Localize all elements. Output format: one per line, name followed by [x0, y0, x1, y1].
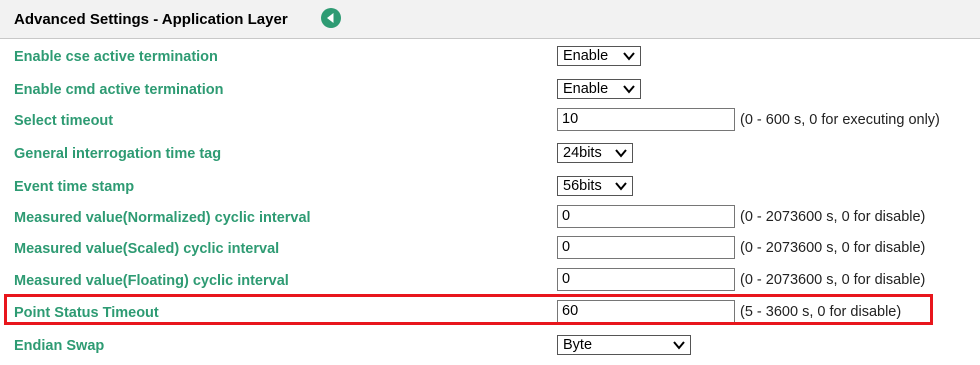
row-general-interrogation-time-tag: General interrogation time tag 24bits: [0, 141, 980, 173]
field-label: General interrogation time tag: [14, 146, 222, 162]
field-label: Endian Swap: [14, 338, 105, 354]
row-measured-scaled-interval: Measured value(Scaled) cyclic interval 0…: [0, 236, 980, 268]
field-hint: (0 - 2073600 s, 0 for disable): [740, 240, 926, 256]
field-hint: (0 - 600 s, 0 for executing only): [740, 112, 940, 128]
event-time-stamp-select[interactable]: 56bits: [557, 176, 633, 196]
enable-cmd-active-termination-select[interactable]: Enable: [557, 79, 641, 99]
field-label: Point Status Timeout: [14, 305, 159, 321]
select-value: Byte: [563, 337, 593, 353]
chevron-down-icon: [615, 182, 627, 191]
chevron-down-icon: [623, 52, 635, 61]
field-hint: (5 - 3600 s, 0 for disable): [740, 304, 902, 320]
section-header: Advanced Settings - Application Layer: [0, 0, 980, 39]
field-label: Enable cmd active termination: [14, 82, 224, 98]
select-value: Enable: [563, 48, 609, 64]
back-arrow-icon[interactable]: [321, 8, 341, 28]
select-value: 56bits: [563, 178, 602, 194]
field-label: Select timeout: [14, 113, 114, 129]
field-label: Measured value(Scaled) cyclic interval: [14, 241, 280, 257]
row-endian-swap: Endian Swap Byte: [0, 333, 980, 365]
field-hint: (0 - 2073600 s, 0 for disable): [740, 209, 926, 225]
field-label: Measured value(Normalized) cyclic interv…: [14, 210, 311, 226]
point-status-timeout-input[interactable]: 60: [557, 300, 735, 323]
endian-swap-select[interactable]: Byte: [557, 335, 691, 355]
field-label: Measured value(Floating) cyclic interval: [14, 273, 289, 289]
chevron-down-icon: [673, 341, 685, 350]
select-timeout-input[interactable]: 10: [557, 108, 735, 131]
select-value: Enable: [563, 81, 609, 97]
field-label: Enable cse active termination: [14, 49, 218, 65]
enable-cse-active-termination-select[interactable]: Enable: [557, 46, 641, 66]
field-hint: (0 - 2073600 s, 0 for disable): [740, 272, 926, 288]
row-event-time-stamp: Event time stamp 56bits: [0, 174, 980, 206]
chevron-down-icon: [615, 149, 627, 158]
measured-scaled-interval-input[interactable]: 0: [557, 236, 735, 259]
row-enable-cse-active-termination: Enable cse active termination Enable: [0, 44, 980, 76]
row-select-timeout: Select timeout 10 (0 - 600 s, 0 for exec…: [0, 108, 980, 140]
row-measured-normalized-interval: Measured value(Normalized) cyclic interv…: [0, 205, 980, 237]
chevron-down-icon: [623, 85, 635, 94]
row-point-status-timeout: Point Status Timeout 60 (5 - 3600 s, 0 f…: [0, 300, 980, 332]
select-value: 24bits: [563, 145, 602, 161]
measured-floating-interval-input[interactable]: 0: [557, 268, 735, 291]
general-interrogation-time-tag-select[interactable]: 24bits: [557, 143, 633, 163]
measured-normalized-interval-input[interactable]: 0: [557, 205, 735, 228]
section-title: Advanced Settings - Application Layer: [14, 11, 288, 28]
field-label: Event time stamp: [14, 179, 135, 195]
row-enable-cmd-active-termination: Enable cmd active termination Enable: [0, 77, 980, 109]
row-measured-floating-interval: Measured value(Floating) cyclic interval…: [0, 268, 980, 300]
